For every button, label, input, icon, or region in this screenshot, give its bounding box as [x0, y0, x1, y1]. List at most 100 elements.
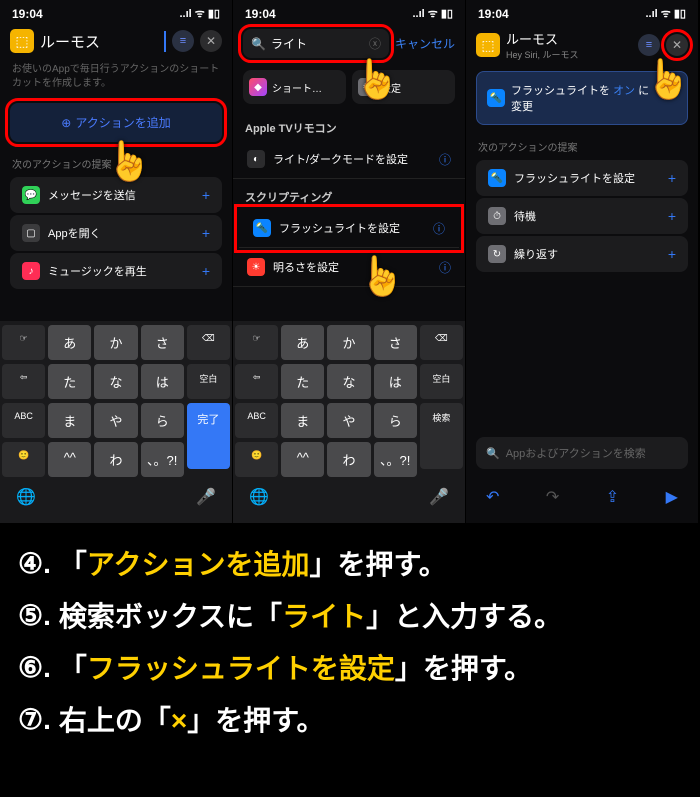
- item-label: ライト/ダークモードを設定: [273, 151, 408, 167]
- search-input[interactable]: 🔍 Appおよびアクションを検索: [476, 437, 688, 469]
- keyboard-bottom: 🌐 🎤: [2, 481, 230, 519]
- add-action-button[interactable]: アクションを追加: [10, 103, 222, 142]
- globe-icon[interactable]: 🌐: [16, 487, 36, 507]
- flashlight-icon: 🔦: [487, 89, 505, 107]
- key[interactable]: ら: [374, 403, 417, 438]
- mic-icon[interactable]: 🎤: [196, 487, 216, 507]
- plus-icon[interactable]: +: [668, 208, 676, 224]
- list-item[interactable]: ▢ Appを開く +: [10, 215, 222, 251]
- play-icon[interactable]: ▶: [666, 487, 678, 507]
- shortcut-title[interactable]: ルーモス: [506, 29, 632, 48]
- key-space[interactable]: 空白: [420, 364, 463, 399]
- key[interactable]: ☞: [235, 325, 278, 360]
- share-icon[interactable]: ⇪: [606, 487, 619, 507]
- category-chip[interactable]: ◆ ショート…: [243, 70, 346, 104]
- keyboard[interactable]: ☞ あ か さ ⌫ ⇦ た な は 空白 ABC ま や ら 検索 🙂: [233, 321, 465, 523]
- key[interactable]: は: [374, 364, 417, 399]
- key[interactable]: わ: [327, 442, 370, 477]
- key-backspace[interactable]: ⌫: [420, 325, 463, 360]
- key[interactable]: ま: [48, 403, 91, 438]
- shortcut-app-icon: ⬚: [10, 29, 34, 53]
- shortcut-title[interactable]: ルーモス: [40, 31, 166, 52]
- info-icon[interactable]: ⓘ: [439, 259, 451, 276]
- app-icon: ▢: [22, 224, 40, 242]
- key[interactable]: ま: [281, 403, 324, 438]
- key[interactable]: あ: [281, 325, 324, 360]
- step: ④. 「アクションを追加」を押す。: [18, 543, 682, 583]
- list-item[interactable]: ☀ 明るさを設定 ⓘ: [233, 248, 465, 287]
- key-space[interactable]: 空白: [187, 364, 230, 399]
- pointing-hand-icon: ☝️: [644, 58, 691, 102]
- key[interactable]: た: [281, 364, 324, 399]
- key-search[interactable]: 検索: [420, 403, 463, 469]
- list-item[interactable]: ⏱ 待機 +: [476, 198, 688, 234]
- key-emoji[interactable]: 🙂: [235, 442, 278, 477]
- keyboard[interactable]: ☞ あ か さ ⌫ ⇦ た な は 空白 ABC ま や ら 完了 🙂: [0, 321, 232, 523]
- plus-icon[interactable]: +: [668, 246, 676, 262]
- clear-icon[interactable]: ⓧ: [369, 35, 381, 52]
- key[interactable]: ら: [141, 403, 184, 438]
- shortcut-app-icon: ⬚: [476, 33, 500, 57]
- status-icons: ..ıl ᯤ ▮▯: [180, 6, 221, 21]
- settings-icon[interactable]: ≡: [638, 34, 660, 56]
- info-icon[interactable]: ⓘ: [439, 151, 451, 168]
- item-label: フラッシュライトを設定: [279, 220, 400, 236]
- hint-text: お使いのAppで毎日行うアクションのショートカットを作成します。: [0, 59, 232, 99]
- key[interactable]: さ: [374, 325, 417, 360]
- step-text: 検索ボックスに「ライト」と入力する。: [59, 595, 562, 635]
- key-abc[interactable]: ABC: [235, 403, 278, 438]
- status-bar: 19:04 ..ıl ᯤ ▮▯: [233, 0, 465, 23]
- item-label: ミュージックを再生: [48, 263, 147, 279]
- step-text: 右上の「×」を押す。: [59, 699, 325, 739]
- key[interactable]: わ: [94, 442, 137, 477]
- repeat-icon: ↻: [488, 245, 506, 263]
- key[interactable]: や: [94, 403, 137, 438]
- key[interactable]: ☞: [2, 325, 45, 360]
- key-done[interactable]: 完了: [187, 403, 230, 469]
- close-icon[interactable]: ✕: [666, 34, 688, 56]
- list-item[interactable]: ♪ ミュージックを再生 +: [10, 253, 222, 289]
- info-icon[interactable]: ⓘ: [433, 220, 445, 237]
- key[interactable]: な: [94, 364, 137, 399]
- plus-icon[interactable]: +: [202, 225, 210, 241]
- list-item[interactable]: ↻ 繰り返す +: [476, 236, 688, 272]
- settings-icon[interactable]: ≡: [172, 30, 194, 52]
- search-text: ライト: [271, 35, 307, 52]
- key[interactable]: か: [327, 325, 370, 360]
- pointing-hand-icon: ☝️: [353, 58, 400, 102]
- header: ⬚ ルーモス ≡ ✕: [0, 23, 232, 59]
- action-text: フラッシュライトを オン に 変更: [511, 82, 649, 114]
- key[interactable]: な: [327, 364, 370, 399]
- list-item[interactable]: ◐ ライト/ダークモードを設定 ⓘ: [233, 140, 465, 179]
- key[interactable]: ⇦: [2, 364, 45, 399]
- key[interactable]: ⇦: [235, 364, 278, 399]
- plus-icon[interactable]: +: [202, 187, 210, 203]
- plus-icon[interactable]: +: [202, 263, 210, 279]
- key[interactable]: 、。?!: [374, 442, 417, 477]
- key[interactable]: は: [141, 364, 184, 399]
- key[interactable]: さ: [141, 325, 184, 360]
- list-item[interactable]: 🔦 フラッシュライトを設定 +: [476, 160, 688, 196]
- key[interactable]: ^^: [48, 442, 91, 477]
- key[interactable]: か: [94, 325, 137, 360]
- cancel-button[interactable]: キャンセル: [395, 35, 455, 52]
- search-input[interactable]: 🔍 ライト ⓧ: [243, 29, 389, 58]
- step-number: ⑥.: [18, 651, 51, 684]
- key-abc[interactable]: ABC: [2, 403, 45, 438]
- close-icon[interactable]: ✕: [200, 30, 222, 52]
- key[interactable]: 、。?!: [141, 442, 184, 477]
- undo-icon[interactable]: ↶: [486, 487, 499, 507]
- key[interactable]: あ: [48, 325, 91, 360]
- key[interactable]: ^^: [281, 442, 324, 477]
- pointing-hand-icon: ☝️: [358, 255, 405, 299]
- key-backspace[interactable]: ⌫: [187, 325, 230, 360]
- mic-icon[interactable]: 🎤: [429, 487, 449, 507]
- key[interactable]: た: [48, 364, 91, 399]
- step-text: 「アクションを追加」を押す。: [59, 543, 447, 583]
- plus-icon[interactable]: +: [668, 170, 676, 186]
- flashlight-item[interactable]: 🔦 フラッシュライトを設定 ⓘ: [239, 209, 459, 248]
- key-emoji[interactable]: 🙂: [2, 442, 45, 477]
- key[interactable]: や: [327, 403, 370, 438]
- globe-icon[interactable]: 🌐: [249, 487, 269, 507]
- step: ⑤. 検索ボックスに「ライト」と入力する。: [18, 595, 682, 635]
